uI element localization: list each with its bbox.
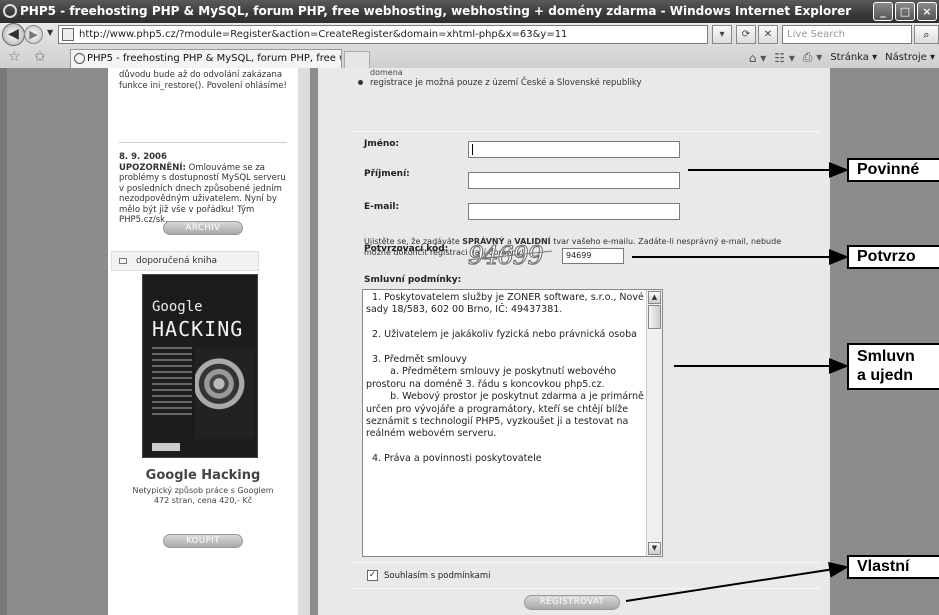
address-bar[interactable]: http://www.php5.cz/?module=Register&acti… xyxy=(58,25,708,44)
book-desc-line1: Netypický způsob práce s Googlem xyxy=(132,486,274,495)
window-title-bar: PHP5 - freehosting PHP & MySQL, forum PH… xyxy=(0,0,939,23)
address-dropdown-icon[interactable]: ▾ xyxy=(712,25,732,44)
buy-button[interactable]: KOUPIT xyxy=(163,534,243,548)
surname-label: Příjmení: xyxy=(364,169,410,179)
registration-form: domena registrace je možná pouze z území… xyxy=(318,68,830,615)
tab-php5[interactable]: PHP5 - freehosting PHP & MySQL, forum PH… xyxy=(70,49,342,68)
add-favorites-icon[interactable]: ✩ xyxy=(34,49,46,65)
address-buttons: ▾ xyxy=(712,25,732,44)
left-strip xyxy=(0,68,7,615)
tools-menu[interactable]: Nástroje ▾ xyxy=(885,52,935,63)
book-cover-line1: Google xyxy=(152,299,203,315)
form-divider xyxy=(350,131,820,132)
sidebar-top-text: důvodu bude až do odvolání zakázana funk… xyxy=(119,70,287,91)
tab-ie-icon xyxy=(74,53,85,64)
news-strong: UPOZORNĚNÍ: xyxy=(119,162,186,173)
new-tab-button[interactable] xyxy=(344,51,370,68)
book-cover-image[interactable]: Google HACKING xyxy=(142,274,258,458)
news-item: 8. 9. 2006 UPOZORNĚNÍ: Omlouváme se za p… xyxy=(119,152,289,226)
favorites-star-icon[interactable]: ☆ xyxy=(8,49,21,65)
sidebar: důvodu bude až do odvolání zakázana funk… xyxy=(108,68,298,615)
bullet-text: registrace je možná pouze z území České … xyxy=(370,78,642,88)
callout-confirm: Potvrzo xyxy=(847,245,939,269)
content-gutter xyxy=(298,68,310,615)
scroll-thumb[interactable] xyxy=(648,305,661,329)
form-divider-bottom xyxy=(350,562,820,563)
recommended-book-heading: doporučená kniha xyxy=(111,251,259,271)
address-row: ◀ ▶ ▼ http://www.php5.cz/?module=Registe… xyxy=(0,23,939,46)
address-url: http://www.php5.cz/?module=Register&acti… xyxy=(79,29,568,40)
callout-required: Povinné xyxy=(847,158,939,182)
search-input[interactable]: Live Search xyxy=(782,25,912,44)
terms-label: Smluvní podmínky: xyxy=(364,275,462,285)
cover-decoration xyxy=(152,347,192,419)
page-menu[interactable]: Stránka ▾ xyxy=(830,52,877,63)
screenshot: PHP5 - freehosting PHP & MySQL, forum PH… xyxy=(0,0,939,615)
email-label: E-mail: xyxy=(364,202,400,212)
agree-checkbox[interactable]: ✓ xyxy=(367,570,378,581)
feeds-icon[interactable]: ☷ ▾ xyxy=(774,51,795,65)
archive-button[interactable]: ARCHIV xyxy=(163,221,243,235)
page-viewport: důvodu bude až do odvolání zakázana funk… xyxy=(0,68,939,615)
home-icon[interactable]: ⌂ ▾ xyxy=(749,51,766,65)
search-icon[interactable]: ⌕ xyxy=(914,25,939,44)
name-label: Jméno: xyxy=(364,139,400,149)
minimize-button[interactable]: _ xyxy=(873,2,893,21)
callout-terms-line1: Smluvn xyxy=(857,348,915,365)
scroll-up-icon[interactable]: ▲ xyxy=(648,291,661,304)
book-cover-line2: HACKING xyxy=(152,317,244,341)
register-button[interactable]: REGISTROVAT xyxy=(524,595,620,610)
captcha-input[interactable]: 94699 xyxy=(562,248,624,264)
news-body: UPOZORNĚNÍ: Omlouváme se za problémy s d… xyxy=(119,163,289,226)
back-arrow-icon[interactable]: ◀ xyxy=(2,23,25,46)
captcha-label: Potvrzovací kód: xyxy=(364,244,449,254)
form-divider-submit xyxy=(350,588,820,589)
email-input[interactable] xyxy=(468,203,680,220)
news-date: 8. 9. 2006 xyxy=(119,152,167,162)
book-desc-line2: 472 stran, cena 420,- Kč xyxy=(153,496,253,505)
forward-arrow-icon[interactable]: ▶ xyxy=(24,25,43,44)
history-dropdown-icon[interactable]: ▼ xyxy=(47,28,53,37)
scroll-down-icon[interactable]: ▼ xyxy=(648,542,661,555)
tab-title: PHP5 - freehosting PHP & MySQL, forum PH… xyxy=(87,53,342,64)
window-title: PHP5 - freehosting PHP & MySQL, forum PH… xyxy=(20,4,852,18)
terms-scrollbar[interactable]: ▲ ▼ xyxy=(646,290,662,556)
tab-row: ☆ ✩ PHP5 - freehosting PHP & MySQL, foru… xyxy=(0,47,939,68)
right-margin xyxy=(830,68,939,615)
browser-toolbar: ◀ ▶ ▼ http://www.php5.cz/?module=Registe… xyxy=(0,23,939,68)
close-button[interactable]: × xyxy=(917,2,937,21)
captcha-image: 94699 xyxy=(468,241,556,271)
callout-own: Vlastní xyxy=(847,555,939,579)
callout-terms: Smluvn a ujedn xyxy=(847,343,939,390)
surname-input[interactable] xyxy=(468,172,680,189)
book-icon xyxy=(119,258,127,264)
stop-icon[interactable]: ✕ xyxy=(758,25,778,44)
publisher-logo xyxy=(152,443,180,451)
refresh-icon[interactable]: ⟳ xyxy=(736,25,756,44)
book-title[interactable]: Google Hacking xyxy=(108,468,298,483)
bullet-dot xyxy=(358,80,363,85)
book-description: Netypický způsob práce s Googlem 472 str… xyxy=(108,486,298,506)
text-cursor xyxy=(472,144,473,155)
terms-textarea[interactable]: 1. Poskytovatelem služby je ZONER softwa… xyxy=(362,289,663,557)
ie-logo-icon xyxy=(3,4,17,18)
giraffe-illustration xyxy=(195,347,255,439)
sidebar-divider xyxy=(119,142,287,143)
agree-label: Souhlasím s podmínkami xyxy=(384,571,491,581)
window-controls: _ □ × xyxy=(873,2,937,21)
recommended-label: doporučená kniha xyxy=(136,256,218,266)
name-input[interactable] xyxy=(468,141,680,158)
page-icon xyxy=(62,28,74,41)
callout-terms-line2: a ujedn xyxy=(857,367,914,384)
maximize-button[interactable]: □ xyxy=(895,2,915,21)
command-bar: ⌂ ▾ ☷ ▾ ⎙ ▾ Stránka ▾ Nástroje ▾ xyxy=(749,50,935,65)
bullet-item: registrace je možná pouze z území České … xyxy=(358,78,642,88)
terms-text: 1. Poskytovatelem služby je ZONER softwa… xyxy=(366,292,644,465)
print-icon[interactable]: ⎙ ▾ xyxy=(803,50,822,65)
top-fragment: domena xyxy=(370,68,403,77)
